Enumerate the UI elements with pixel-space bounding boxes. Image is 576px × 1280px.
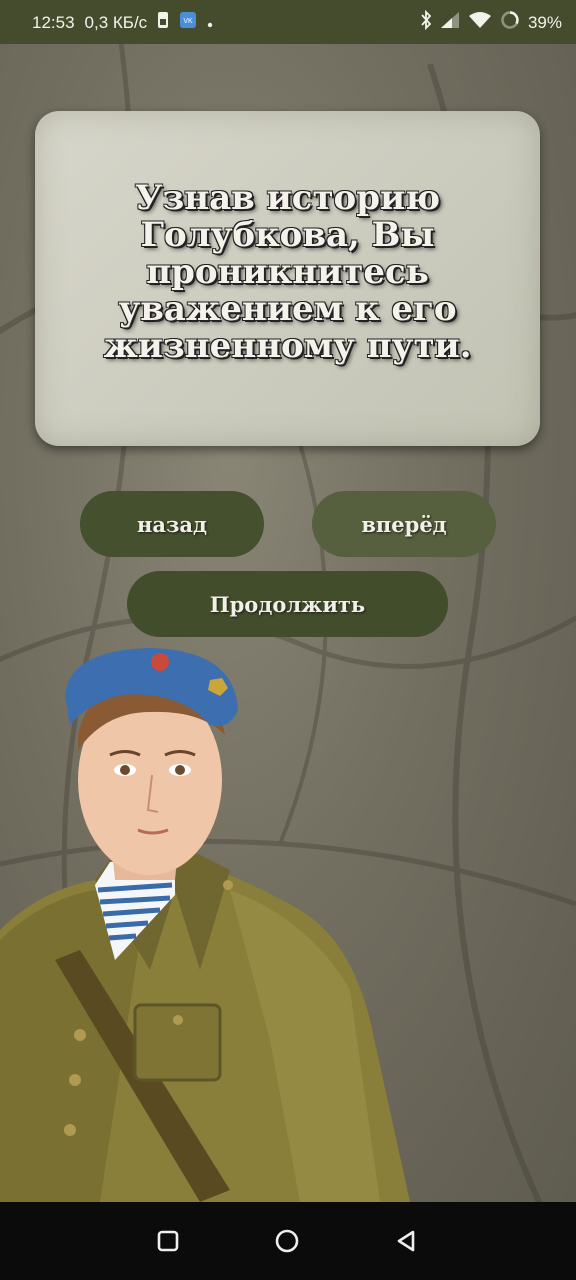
recents-icon[interactable] <box>151 1224 185 1258</box>
continue-button[interactable]: Продолжить <box>127 571 448 637</box>
status-time: 12:53 <box>32 12 75 32</box>
status-bar: 12:53 0,3 КБ/с VK 39% <box>0 0 576 44</box>
home-icon[interactable] <box>270 1224 304 1258</box>
back-button[interactable]: назад <box>80 491 264 557</box>
navigation-bar <box>0 1202 576 1280</box>
vk-icon: VK <box>179 11 197 34</box>
dot-icon <box>207 13 213 33</box>
back-icon[interactable] <box>389 1224 423 1258</box>
battery-icon <box>500 10 520 35</box>
story-text: Узнав историю Голубкова, Вы проникнитесь… <box>103 178 472 366</box>
forward-button[interactable]: вперёд <box>312 491 496 557</box>
bluetooth-icon <box>420 9 432 35</box>
wifi-icon <box>468 11 492 34</box>
network-speed: 0,3 КБ/с <box>84 12 148 32</box>
signal-icon <box>440 11 460 34</box>
soldier-illustration <box>0 648 410 1202</box>
story-card: Узнав историю Голубкова, Вы проникнитесь… <box>35 111 540 446</box>
svg-text:VK: VK <box>184 18 194 25</box>
sim-icon <box>157 11 169 34</box>
battery-level: 39% <box>527 12 562 32</box>
